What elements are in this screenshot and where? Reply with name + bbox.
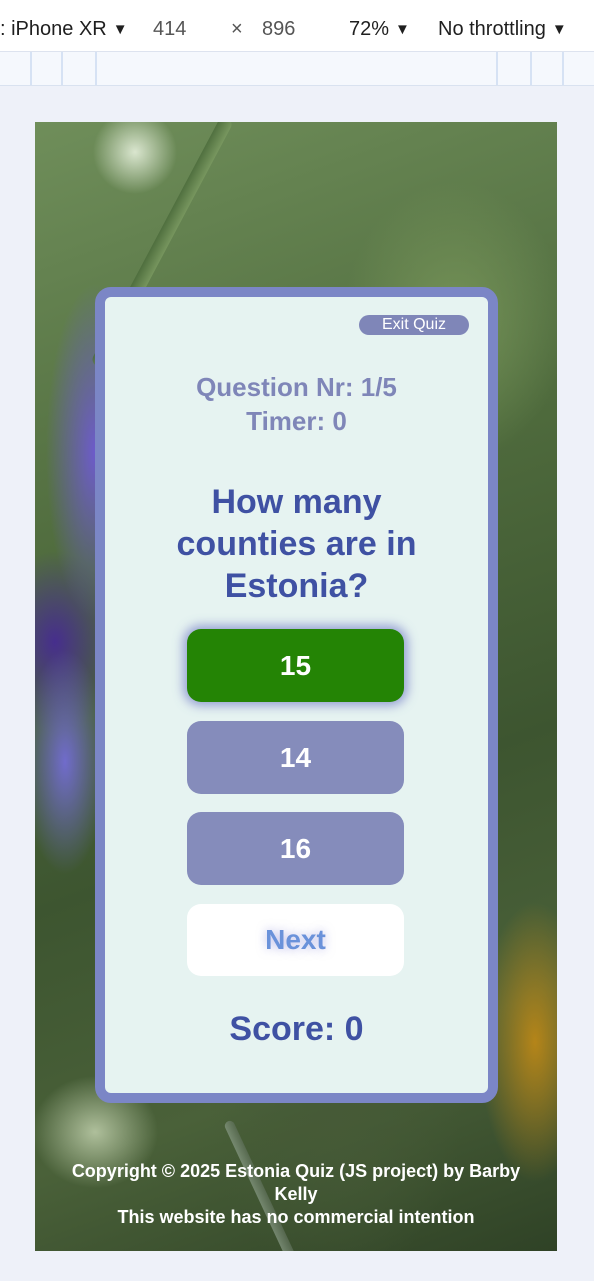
device-select[interactable]: : iPhone XR ▼ [0,16,128,44]
ruler-tick [562,52,564,85]
next-button[interactable]: Next [187,904,404,976]
timer: Timer: 0 [246,406,347,436]
throttling-select[interactable]: No throttling ▼ [438,16,567,44]
answer-button-2[interactable]: 14 [187,721,404,794]
ruler-tick [30,52,32,85]
footer: Copyright © 2025 Estonia Quiz (JS projec… [55,1160,537,1229]
footer-copyright: Copyright © 2025 Estonia Quiz (JS projec… [71,1161,521,1204]
question-text: How many counties are in Estonia? [176,483,417,605]
quiz-card: Exit Quiz Question Nr: 1/5 Timer: 0 How … [95,287,498,1103]
page-viewport: Exit Quiz Question Nr: 1/5 Timer: 0 How … [35,122,557,1251]
ruler-tick [496,52,498,85]
exit-quiz-button[interactable]: Exit Quiz [359,315,469,335]
chevron-down-icon: ▼ [112,21,128,38]
answer-button-3[interactable]: 16 [187,812,404,885]
chevron-down-icon: ▼ [551,21,567,38]
zoom-select[interactable]: 72% ▼ [349,16,410,44]
media-query-ruler[interactable] [0,52,594,86]
ruler-tick [95,52,97,85]
zoom-value: 72% [349,18,390,40]
ruler-tick [530,52,532,85]
chevron-down-icon: ▼ [395,21,410,38]
devtools-device-toolbar: : iPhone XR ▼ 414 × 896 72% ▼ No throttlin… [0,0,594,52]
question-counter: Question Nr: 1/5 [196,372,397,402]
viewport-height-field[interactable]: 896 [262,16,295,42]
dimension-separator: × [231,18,243,40]
score: Score: 0 [229,1010,364,1048]
ruler-tick [61,52,63,85]
footer-disclaimer: This website has no commercial intention [117,1207,475,1227]
throttling-value: No throttling [438,18,546,40]
device-name: : iPhone XR [0,18,107,40]
next-button-label: Next [265,924,326,955]
answer-button-1[interactable]: 15 [187,629,404,702]
viewport-width-field[interactable]: 414 [153,16,186,42]
